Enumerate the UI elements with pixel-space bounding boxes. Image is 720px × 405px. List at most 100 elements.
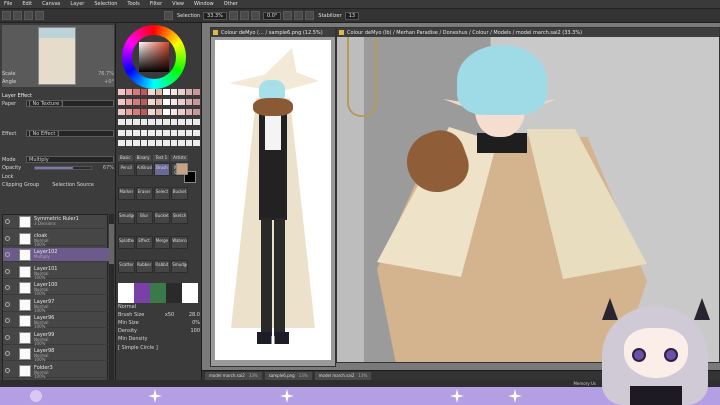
main-window-tab[interactable]: Colour deMyo (lb) / Merhan Paradise / Do… xyxy=(337,28,719,37)
color-swatch[interactable] xyxy=(193,109,200,116)
foreground-color-chip[interactable] xyxy=(176,163,188,175)
tool-button[interactable]: Eraser xyxy=(135,187,153,201)
menu-tools[interactable]: Tools xyxy=(127,1,139,7)
doc-tab-1[interactable]: model march.sai2 33% xyxy=(205,371,262,380)
menu-layer[interactable]: Layer xyxy=(70,1,84,7)
layer-row[interactable]: Layer99 Normal 100% xyxy=(3,331,109,346)
zoom-field[interactable]: 33.3% xyxy=(203,11,227,20)
color-swatch[interactable] xyxy=(170,89,178,95)
color-swatch[interactable] xyxy=(133,109,140,116)
color-swatch[interactable] xyxy=(140,99,148,106)
color-swatch[interactable] xyxy=(170,109,178,116)
opacity-slider[interactable] xyxy=(34,165,92,170)
tab-basic[interactable]: Basic xyxy=(118,155,133,161)
reference-window[interactable]: Colour deMyo (… / sample6.png (12.5%) xyxy=(210,27,336,367)
paper-select[interactable]: [ No Texture ] xyxy=(26,100,114,107)
menu-selection[interactable]: Selection xyxy=(94,1,117,7)
menu-other[interactable]: Other xyxy=(224,1,238,7)
rotate-left-icon[interactable] xyxy=(283,11,293,20)
color-swatch[interactable] xyxy=(178,129,185,136)
rotate-right-icon[interactable] xyxy=(294,11,304,20)
color-swatch[interactable] xyxy=(178,119,185,126)
tool-button[interactable]: Brush xyxy=(153,163,171,176)
visibility-eye-icon[interactable] xyxy=(5,252,10,257)
color-swatch[interactable] xyxy=(133,129,140,136)
density-row[interactable]: Density 100 xyxy=(118,328,200,335)
opacity-row[interactable]: Opacity 67% xyxy=(2,164,114,171)
menu-edit[interactable]: Edit xyxy=(22,1,32,7)
tool-button[interactable]: Bucket xyxy=(171,187,188,201)
tab-artists[interactable]: Artists xyxy=(171,155,188,161)
color-swatch[interactable] xyxy=(140,89,148,95)
color-swatch[interactable] xyxy=(178,109,185,116)
color-swatch[interactable] xyxy=(170,119,178,126)
color-swatch[interactable] xyxy=(163,129,170,136)
color-swatch[interactable] xyxy=(118,99,125,106)
effect-select[interactable]: [ No Effect ] xyxy=(26,130,114,137)
scale-row[interactable]: Scale 76.7% xyxy=(2,70,114,77)
menu-view[interactable]: View xyxy=(172,1,184,7)
tool-button[interactable]: AirBrush xyxy=(135,163,153,176)
tool-button[interactable]: Sketch xyxy=(171,211,188,225)
doc-tab-3[interactable]: model march.sai2 13% xyxy=(314,371,372,380)
color-swatch[interactable] xyxy=(185,109,193,116)
tool-button[interactable]: Rubber xyxy=(135,259,153,273)
color-swatch[interactable] xyxy=(125,99,133,106)
main-close-icon[interactable] xyxy=(339,30,344,35)
layer-row[interactable]: Layer96 Normal 100% xyxy=(3,314,109,329)
layer-scrollbar[interactable] xyxy=(109,214,114,382)
color-swatch[interactable] xyxy=(140,109,148,116)
color-swatch[interactable] xyxy=(148,119,155,126)
tab-binary[interactable]: Binary xyxy=(134,155,152,161)
color-swatch[interactable] xyxy=(148,99,155,106)
color-swatch[interactable] xyxy=(185,99,193,106)
color-swatch[interactable] xyxy=(193,129,200,136)
layer-row[interactable]: Folder3 Normal 100% xyxy=(3,364,109,379)
color-swatch[interactable] xyxy=(185,119,193,126)
tool-button[interactable]: Merge xyxy=(153,235,171,249)
color-swatch[interactable] xyxy=(148,89,155,95)
show-selection-icon[interactable] xyxy=(164,11,173,20)
color-swatch[interactable] xyxy=(170,139,178,146)
invert-icon[interactable] xyxy=(35,11,44,20)
color-swatch[interactable] xyxy=(163,89,170,95)
brush-shape-select[interactable]: [ Simple Circle ] xyxy=(118,345,158,352)
color-swatch[interactable] xyxy=(170,129,178,136)
color-swatch[interactable] xyxy=(163,109,170,116)
color-swatch[interactable] xyxy=(140,119,148,126)
layer-effect-header[interactable]: Layer Effect xyxy=(2,93,114,99)
color-swatch[interactable] xyxy=(185,139,193,146)
color-swatch[interactable] xyxy=(155,119,163,126)
brush-size-row[interactable]: Brush Size x50 28.0 xyxy=(118,312,200,319)
tool-button[interactable]: Smudge xyxy=(171,259,188,273)
tool-button[interactable]: Marker xyxy=(118,187,135,201)
color-swatch[interactable] xyxy=(125,89,133,95)
color-swatch[interactable] xyxy=(133,99,140,106)
color-swatch[interactable] xyxy=(170,99,178,106)
menu-canvas[interactable]: Canvas xyxy=(42,1,60,7)
angle-field[interactable]: 0.0° xyxy=(262,11,282,20)
selection-source-toggle[interactable]: Selection Source xyxy=(52,182,94,188)
visibility-eye-icon[interactable] xyxy=(5,301,10,307)
blend-mode-select[interactable]: Multiply xyxy=(26,156,114,163)
color-swatch[interactable] xyxy=(140,129,148,136)
layer-row[interactable]: Layer98 Normal 100% xyxy=(3,347,109,362)
color-swatch[interactable] xyxy=(133,139,140,146)
color-wheel[interactable] xyxy=(122,25,186,89)
brush-shape-row[interactable]: [ Simple Circle ] xyxy=(118,345,200,352)
layer-row[interactable]: cloak Normal 100% xyxy=(3,232,109,247)
color-swatch[interactable] xyxy=(155,109,163,116)
redo-icon[interactable] xyxy=(13,11,22,20)
visibility-eye-icon[interactable] xyxy=(5,367,10,373)
brush-texture-preview[interactable] xyxy=(118,283,198,303)
tool-button[interactable]: Select xyxy=(153,187,171,201)
visibility-eye-icon[interactable] xyxy=(5,219,10,224)
color-swatch[interactable] xyxy=(133,89,140,95)
color-swatch[interactable] xyxy=(178,139,185,146)
doc-tab-2[interactable]: sample6.png 13% xyxy=(264,371,312,380)
color-swatch[interactable] xyxy=(155,139,163,146)
visibility-eye-icon[interactable] xyxy=(5,318,10,323)
brush-blend-select[interactable]: Normal xyxy=(118,304,136,311)
angle-row[interactable]: Angle +0° xyxy=(2,78,114,85)
reference-window-tab[interactable]: Colour deMyo (… / sample6.png (12.5%) xyxy=(211,28,335,37)
